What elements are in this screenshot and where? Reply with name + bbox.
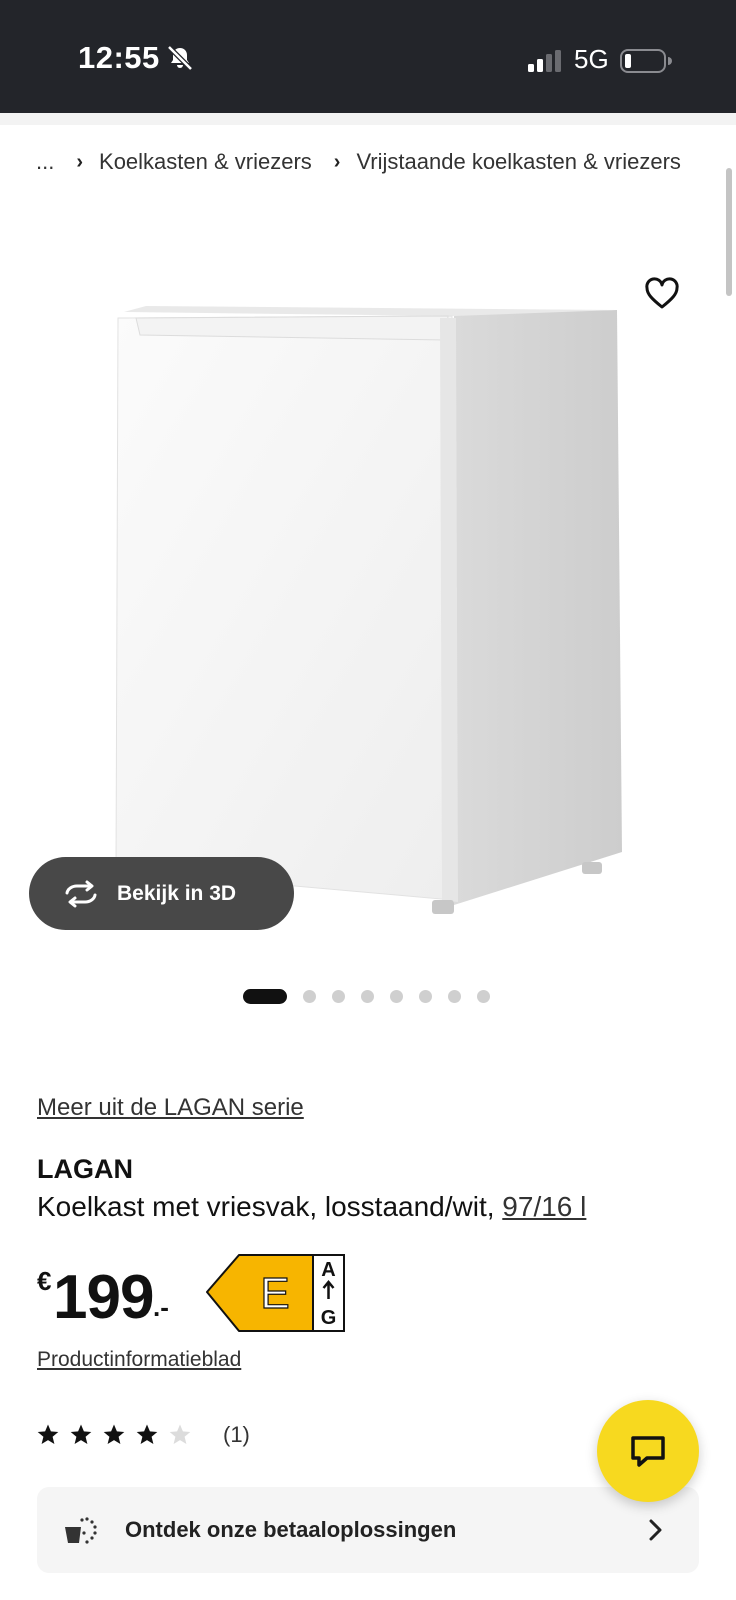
price-currency: € [37, 1266, 52, 1296]
carousel-dot[interactable] [477, 989, 490, 1003]
product-info-sheet-link[interactable]: Productinformatieblad [37, 1348, 241, 1372]
breadcrumb: ... › Koelkasten & vriezers › Vrijstaand… [36, 146, 681, 178]
status-time: 12:55 [78, 40, 160, 75]
status-bar: 12:55 5G [0, 0, 736, 113]
payment-solutions-card[interactable]: Ontdek onze betaaloplossingen [37, 1487, 699, 1573]
energy-class: E [260, 1269, 289, 1318]
chat-button[interactable] [597, 1400, 699, 1502]
payment-icon [65, 1517, 97, 1544]
carousel-dot[interactable] [332, 989, 345, 1003]
product-name: LAGAN [37, 1154, 133, 1184]
breadcrumb-ellipsis[interactable]: ... [36, 149, 54, 175]
payment-solutions-label: Ontdek onze betaaloplossingen [125, 1517, 457, 1542]
carousel-dot[interactable] [448, 989, 461, 1003]
product-description-text: Koelkast met vriesvak, losstaand/wit, [37, 1191, 503, 1222]
header-strip [0, 113, 736, 125]
carousel-dot[interactable] [361, 989, 374, 1003]
rotate-3d-icon [65, 880, 97, 907]
carousel-dot[interactable] [419, 989, 432, 1003]
rating[interactable]: (1) [36, 1422, 250, 1448]
carousel-dot[interactable] [243, 988, 287, 1004]
chevron-right-icon: › [333, 150, 341, 173]
star-filled-icon [103, 1424, 125, 1444]
carousel-dot[interactable] [303, 989, 316, 1003]
carousel-dot[interactable] [390, 989, 403, 1003]
rating-count: (1) [223, 1422, 250, 1447]
breadcrumb-item-koelkasten[interactable]: Koelkasten & vriezers [99, 149, 312, 175]
chevron-right-icon: › [76, 150, 84, 173]
view-in-3d-button[interactable]: Bekijk in 3D [29, 857, 294, 930]
star-filled-icon [70, 1424, 92, 1444]
energy-scale-bottom: G [321, 1307, 337, 1329]
product-description: Koelkast met vriesvak, losstaand/wit, 97… [37, 1191, 586, 1223]
energy-label-badge[interactable]: E A G [205, 1254, 345, 1332]
chevron-right-icon [649, 1519, 662, 1541]
price-decimals: .- [153, 1292, 169, 1322]
bell-off-icon [167, 45, 193, 71]
star-filled-icon [136, 1424, 158, 1444]
product-image[interactable] [0, 230, 736, 960]
heart-icon[interactable] [644, 276, 680, 312]
price-integer: 199 [53, 1263, 154, 1332]
signal-icon [528, 50, 561, 72]
chat-icon [631, 1436, 665, 1467]
breadcrumb-item-vrijstaande[interactable]: Vrijstaande koelkasten & vriezers [356, 149, 680, 175]
network-type: 5G [574, 44, 609, 74]
image-carousel-indicator [243, 988, 506, 1004]
energy-scale-top: A [321, 1259, 335, 1281]
star-filled-icon [37, 1424, 59, 1444]
battery-icon [620, 49, 672, 73]
view-in-3d-label: Bekijk in 3D [117, 881, 237, 905]
star-empty-icon [169, 1424, 191, 1444]
series-link[interactable]: Meer uit de LAGAN serie [37, 1094, 304, 1122]
volume-link[interactable]: 97/16 l [502, 1191, 586, 1222]
